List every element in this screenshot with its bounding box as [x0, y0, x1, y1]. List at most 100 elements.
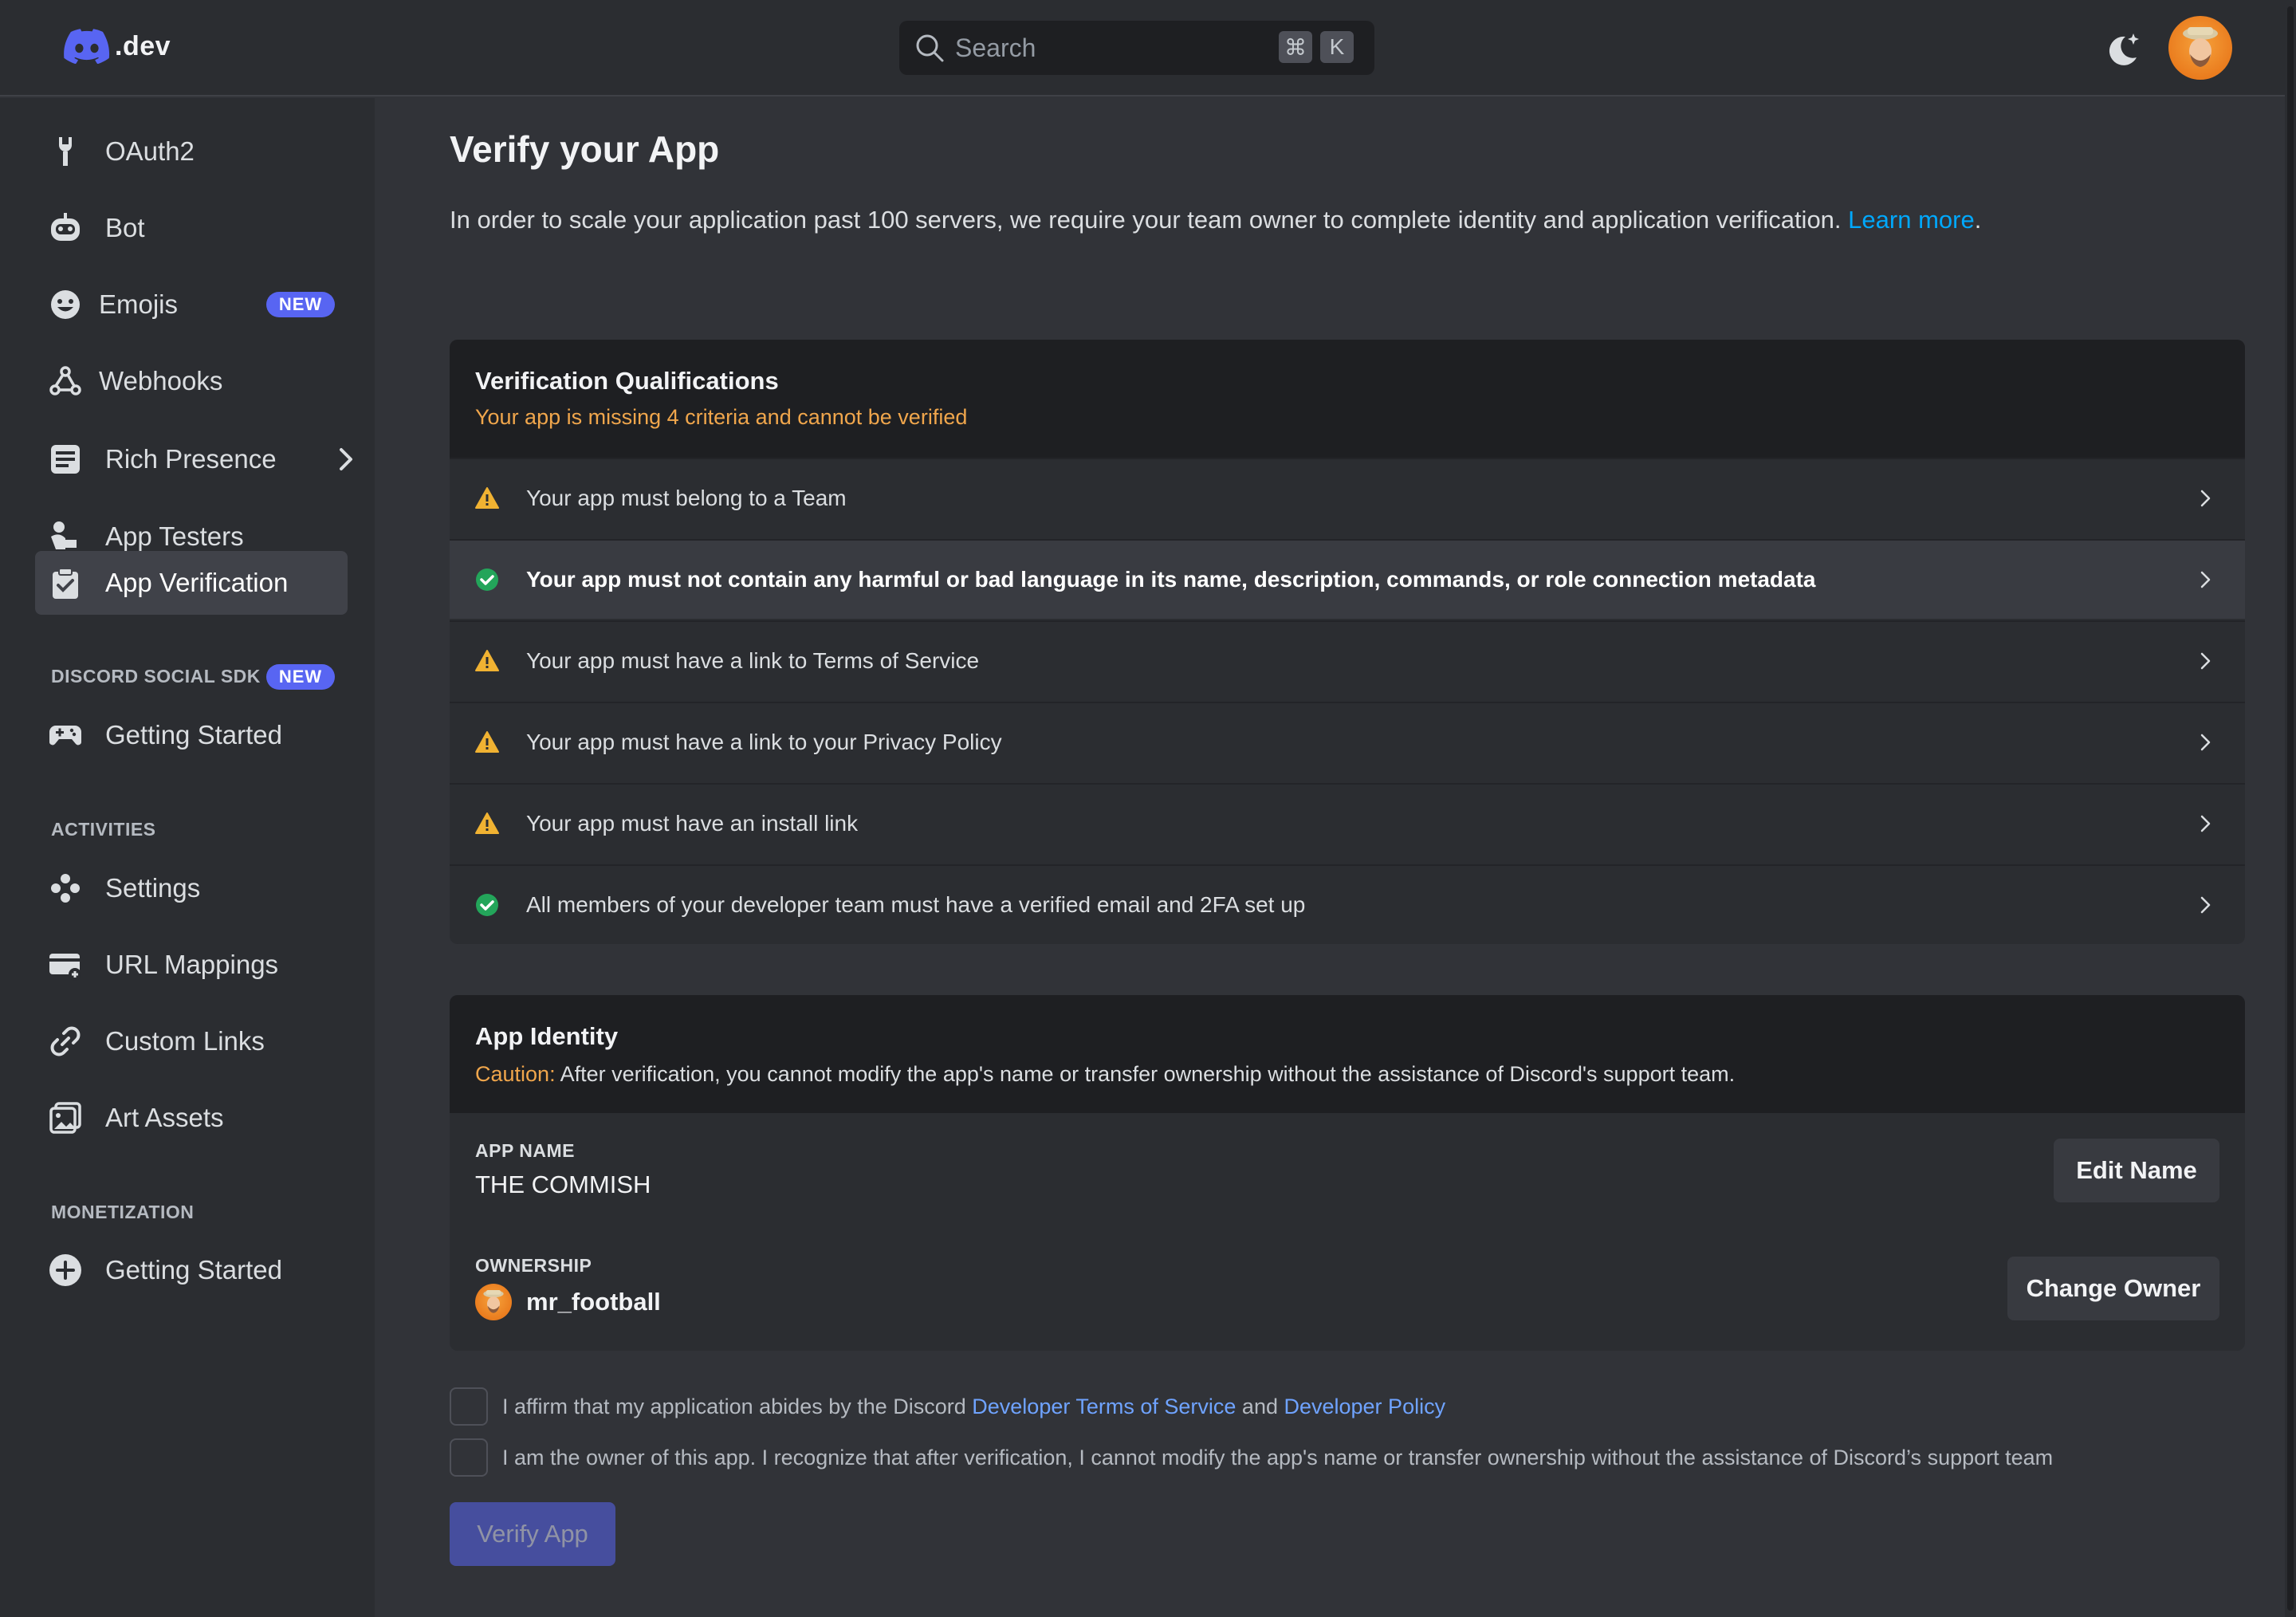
- logo-text: .dev: [115, 30, 171, 61]
- sidebar-item-label: Art Assets: [105, 1103, 224, 1132]
- criteria-row[interactable]: Your app must belong to a Team: [450, 458, 2245, 537]
- scrollbar-thumb[interactable]: [2287, 6, 2294, 1611]
- discord-dev-logo[interactable]: .dev: [64, 29, 171, 64]
- chevron-right-icon: [2200, 490, 2211, 507]
- affirm-and-text: and: [1236, 1394, 1284, 1418]
- sidebar-item-label: Settings: [105, 873, 201, 903]
- app-root: .dev ⌘ K: [0, 0, 2296, 1617]
- new-badge: NEW: [266, 292, 335, 317]
- avatar-face-icon: [2183, 27, 2218, 67]
- qualifications-status: Your app is missing 4 criteria and canno…: [475, 405, 968, 429]
- page-subtitle: In order to scale your application past …: [450, 206, 1981, 234]
- sidebar-item-label: Custom Links: [105, 1026, 265, 1056]
- warning-icon: [475, 812, 499, 834]
- sidebar-item-label: URL Mappings: [105, 950, 279, 979]
- chevron-right-icon: [2200, 652, 2211, 670]
- top-bar: .dev ⌘ K: [0, 0, 2285, 96]
- affirm-terms-checkbox[interactable]: [450, 1387, 488, 1426]
- page-scrollbar[interactable]: [2285, 0, 2296, 1617]
- caution-label: Caution:: [475, 1062, 556, 1086]
- change-owner-button[interactable]: Change Owner: [2007, 1257, 2219, 1320]
- developer-policy-link[interactable]: Developer Policy: [1284, 1395, 1445, 1418]
- new-badge: NEW: [266, 664, 335, 690]
- gamepad-icon: [49, 726, 82, 746]
- warning-icon: [475, 487, 499, 509]
- app-name-label: APP NAME: [475, 1140, 575, 1161]
- criteria-row[interactable]: All members of your developer team must …: [450, 864, 2245, 944]
- sidebar-item-label: App Verification: [105, 568, 289, 597]
- sidebar-item-bot[interactable]: Bot: [35, 196, 348, 260]
- criteria-text: Your app must have a link to your Privac…: [526, 730, 1002, 754]
- sidebar-item-webhooks[interactable]: Webhooks: [35, 349, 348, 413]
- subtitle-text: In order to scale your application past …: [450, 206, 1842, 234]
- sidebar-item-label: Emojis: [99, 289, 179, 319]
- criteria-text: Your app must have an install link: [526, 811, 859, 836]
- caution-text: After verification, you cannot modify th…: [555, 1062, 1736, 1086]
- affirm-owner-text: I am the owner of this app. I recognize …: [502, 1445, 2054, 1469]
- learn-more-link[interactable]: Learn more: [1848, 206, 1975, 234]
- sidebar-item-rich-presence[interactable]: Rich Presence: [35, 427, 352, 491]
- section-title-social-sdk: DISCORD SOCIAL SDK: [51, 666, 261, 687]
- criteria-text: Your app must have a link to Terms of Se…: [526, 648, 980, 673]
- criteria-row[interactable]: Your app must have an install link: [450, 783, 2245, 863]
- app-identity-card: App Identity Caution: After verification…: [450, 995, 2245, 1351]
- webhook-icon: [49, 366, 81, 395]
- user-avatar[interactable]: [2168, 16, 2232, 80]
- bot-icon: [51, 213, 80, 241]
- subtitle-period: .: [1974, 206, 1982, 234]
- sidebar: OAuth2 Bot Emojis NEW Webhooks Rich Pres…: [0, 98, 375, 1617]
- sidebar-item-label: OAuth2: [105, 136, 195, 166]
- kbd-cmd-key: ⌘: [1279, 31, 1312, 63]
- criteria-text: Your app must belong to a Team: [526, 486, 847, 510]
- verify-app-button[interactable]: Verify App: [450, 1502, 615, 1566]
- sidebar-item-monetization-getting-started[interactable]: Getting Started: [35, 1238, 348, 1302]
- sidebar-item-activity-settings[interactable]: Settings: [35, 856, 348, 920]
- page-title: Verify your App: [450, 128, 720, 170]
- warning-icon: [475, 731, 499, 753]
- warning-icon: [475, 650, 499, 671]
- sidebar-item-label: Rich Presence: [105, 444, 277, 474]
- affirm-terms-row: I affirm that my application abides by t…: [450, 1387, 1445, 1426]
- criteria-text: Your app must not contain any harmful or…: [526, 567, 1816, 592]
- sidebar-item-social-getting-started[interactable]: Getting Started: [35, 703, 348, 767]
- sidebar-item-art-assets[interactable]: Art Assets: [35, 1086, 348, 1150]
- sidebar-item-url-mappings[interactable]: URL Mappings: [35, 933, 348, 997]
- sidebar-item-label: App Testers: [105, 521, 244, 551]
- search-icon: [916, 34, 944, 62]
- section-title-monetization: MONETIZATION: [51, 1202, 195, 1222]
- chevron-right-icon[interactable]: [332, 445, 360, 474]
- sidebar-item-label: Webhooks: [99, 366, 223, 395]
- testers-icon: [51, 521, 77, 549]
- affirm-owner-checkbox[interactable]: [450, 1438, 488, 1477]
- qualifications-title: Verification Qualifications: [475, 367, 779, 395]
- chevron-right-icon: [2200, 734, 2211, 751]
- sidebar-item-emojis[interactable]: Emojis NEW: [35, 273, 348, 336]
- chevron-right-icon: [2200, 571, 2211, 588]
- chevron-right-icon: [2200, 815, 2211, 832]
- identity-header: App Identity Caution: After verification…: [450, 995, 2245, 1113]
- document-icon: [51, 445, 80, 474]
- wrench-icon: [59, 137, 72, 166]
- sidebar-item-custom-links[interactable]: Custom Links: [35, 1009, 348, 1073]
- criteria-text: All members of your developer team must …: [526, 892, 1306, 917]
- criteria-row[interactable]: Your app must not contain any harmful or…: [450, 539, 2245, 619]
- affirm-owner-row: I am the owner of this app. I recognize …: [450, 1438, 2053, 1477]
- sidebar-item-app-verification[interactable]: App Verification: [35, 551, 348, 615]
- criteria-row[interactable]: Your app must have a link to your Privac…: [450, 702, 2245, 781]
- activity-settings-icon: [51, 874, 80, 903]
- ownership-label: OWNERSHIP: [475, 1255, 592, 1276]
- verification-qualifications-card: Verification Qualifications Your app is …: [450, 340, 2245, 944]
- affirm-terms-text: I affirm that my application abides by t…: [502, 1395, 1445, 1419]
- theme-toggle-moon-icon[interactable]: [2101, 29, 2143, 70]
- sidebar-item-oauth2[interactable]: OAuth2: [35, 120, 348, 183]
- search-box[interactable]: ⌘ K: [899, 21, 1374, 75]
- developer-tos-link[interactable]: Developer Terms of Service: [972, 1395, 1236, 1418]
- emoji-icon: [51, 290, 80, 319]
- owner-avatar: [475, 1284, 512, 1320]
- link-icon: [50, 1026, 81, 1056]
- identity-title: App Identity: [475, 1022, 619, 1050]
- search-input[interactable]: [955, 33, 1258, 63]
- criteria-row[interactable]: Your app must have a link to Terms of Se…: [450, 620, 2245, 700]
- edit-name-button[interactable]: Edit Name: [2054, 1139, 2219, 1202]
- kbd-k-key: K: [1320, 31, 1354, 63]
